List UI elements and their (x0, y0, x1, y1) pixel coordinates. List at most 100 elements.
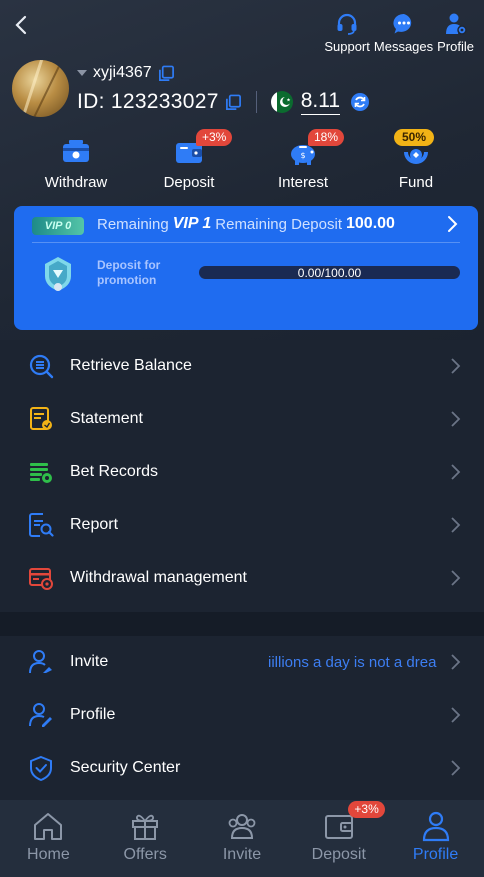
bet-records-icon (30, 462, 52, 483)
caret-down-icon[interactable] (77, 70, 87, 76)
chevron-right-icon (451, 569, 461, 586)
vip-card[interactable]: VIP 0 Remaining VIP 1 Remaining Deposit … (14, 206, 478, 330)
chevron-right-icon (451, 707, 461, 723)
home-icon (34, 813, 63, 840)
top-actions: Support Messages Profile (324, 12, 474, 54)
vip-shield-icon (45, 257, 71, 291)
menu-label-withdrawal-management: Withdrawal management (70, 568, 247, 586)
menu-item-retrieve-balance[interactable]: Retrieve Balance (0, 340, 484, 393)
username: xyji4367 (93, 64, 152, 81)
withdraw-label: Withdraw (44, 174, 108, 191)
withdraw-button[interactable]: Withdraw (28, 138, 124, 191)
chevron-left-icon (15, 15, 27, 35)
chevron-right-icon (451, 760, 461, 776)
section-divider (0, 612, 484, 636)
menu-label-bet-records: Bet Records (70, 462, 159, 480)
remaining-deposit-label: Remaining Deposit (215, 215, 342, 233)
progress-text: 0.00/100.00 (297, 266, 362, 279)
nav-offers[interactable]: Offers (97, 800, 194, 877)
nav-invite[interactable]: Invite (194, 800, 291, 877)
avatar[interactable] (12, 60, 69, 117)
menu-item-bet-records[interactable]: Bet Records (0, 446, 484, 499)
report-icon (29, 512, 54, 537)
remaining-label: Remaining (97, 215, 169, 233)
fund-button[interactable]: 50% Fund (368, 129, 464, 191)
chat-bubble-icon (392, 13, 411, 34)
gift-icon (132, 814, 159, 840)
menu-label-security-center: Security Center (70, 758, 181, 776)
deposit-badge: +3% (196, 129, 233, 146)
people-icon (228, 814, 256, 839)
menu-item-statement[interactable]: Statement (0, 393, 484, 446)
nav-offers-label: Offers (123, 846, 167, 863)
security-shield-icon (30, 755, 52, 781)
nav-deposit[interactable]: +3% Deposit (290, 800, 387, 877)
nav-deposit-badge: +3% (348, 801, 385, 818)
menu-item-report[interactable]: Report (0, 498, 484, 551)
statement-icon (30, 407, 52, 431)
profile-top-label: Profile (437, 39, 474, 54)
menu-item-profile[interactable]: Profile (0, 689, 484, 742)
copy-icon[interactable] (158, 65, 175, 82)
retrieve-balance-icon (29, 355, 54, 379)
withdraw-icon (63, 140, 89, 162)
user-id: ID: 123233027 (77, 90, 219, 113)
vip-divider (32, 242, 460, 243)
nav-home-label: Home (27, 846, 70, 863)
copy-id-icon[interactable] (225, 94, 242, 111)
chevron-right-icon[interactable] (446, 215, 458, 233)
nav-invite-label: Invite (222, 846, 262, 863)
nav-profile-label: Profile (412, 846, 459, 863)
support-label: Support (324, 39, 370, 54)
nav-deposit-label: Deposit (311, 846, 366, 863)
vip-status-line: Remaining VIP 1 Remaining Deposit 100.00 (97, 215, 395, 233)
profile-header: Support Messages Profile xyji4367 ID: 12… (0, 0, 484, 344)
nav-profile[interactable]: Profile (387, 800, 484, 877)
support-button[interactable]: Support (324, 12, 370, 54)
menu-item-invite[interactable]: Invite iillions a day is not a drea (0, 636, 484, 689)
pakistan-flag-icon (270, 91, 293, 113)
messages-button[interactable]: Messages (374, 12, 433, 54)
vip-badge: VIP 0 (32, 217, 84, 235)
chevron-right-icon (451, 411, 461, 427)
menu-item-withdrawal-management[interactable]: Withdrawal management (0, 551, 484, 604)
menu-label-report: Report (70, 515, 119, 533)
back-button[interactable] (10, 14, 32, 36)
menu-label-statement: Statement (70, 410, 143, 428)
menu-item-security-center[interactable]: Security Center (0, 742, 484, 795)
quick-actions: Withdraw +3% Deposit 18% $ Interest 50% … (0, 129, 484, 194)
deposit-button[interactable]: +3% Deposit (141, 129, 237, 191)
menu-label-invite: Invite (70, 653, 109, 671)
menu-label-profile: Profile (70, 706, 116, 724)
bottom-nav: Home Offers Invite +3% Deposit Profile (0, 800, 484, 877)
next-vip-level: VIP 1 (172, 215, 212, 232)
wallet-balance: 8.11 (300, 89, 341, 115)
interest-badge: 18% (308, 129, 345, 146)
messages-label: Messages (373, 39, 434, 54)
deposit-progress-bar: 0.00/100.00 (199, 266, 460, 279)
menu-primary: Retrieve Balance Statement Bet Records R… (0, 340, 484, 612)
profile-edit-icon (29, 703, 52, 728)
nav-home[interactable]: Home (0, 800, 97, 877)
user-gear-icon (445, 13, 467, 35)
menu-label-retrieve-balance: Retrieve Balance (70, 357, 192, 375)
person-icon (422, 811, 449, 842)
chevron-right-icon (451, 654, 461, 671)
menu-secondary: Invite iillions a day is not a drea Prof… (0, 636, 484, 800)
remaining-deposit-amount: 100.00 (346, 215, 395, 232)
chevron-right-icon (451, 358, 461, 375)
profile-top-button[interactable]: Profile (437, 12, 474, 54)
divider (255, 91, 257, 113)
svg-text:$: $ (300, 151, 305, 160)
invite-icon (29, 650, 52, 674)
refresh-icon[interactable] (350, 92, 370, 112)
chevron-right-icon (451, 464, 461, 480)
fund-badge: 50% (394, 129, 435, 146)
app-root: Support Messages Profile xyji4367 ID: 12… (0, 0, 484, 877)
interest-button[interactable]: 18% $ Interest (255, 129, 351, 191)
interest-label: Interest (277, 174, 329, 191)
chevron-right-icon (451, 517, 461, 533)
id-row: ID: 123233027 8.11 (77, 89, 370, 115)
promo-label: Deposit for promotion (97, 258, 161, 287)
withdrawal-management-icon (29, 567, 53, 590)
